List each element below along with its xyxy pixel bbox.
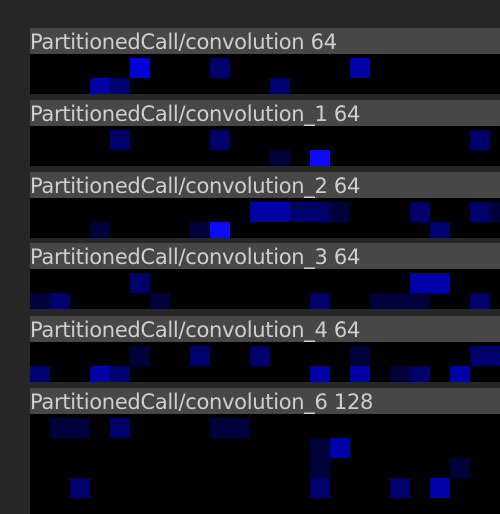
heatmap-cell	[410, 202, 430, 222]
heatmap-cell	[270, 150, 290, 166]
heatmap-cell	[390, 293, 410, 309]
activation-heatmap	[30, 126, 500, 166]
layer-title: PartitionedCall/convolution_1 64	[30, 102, 361, 126]
heatmap-cell	[310, 458, 330, 478]
heatmap-cell	[310, 202, 330, 222]
heatmap-cell	[210, 418, 230, 438]
heatmap-cell	[30, 366, 50, 382]
heatmap-cell	[350, 366, 370, 382]
layer-header: PartitionedCall/convolution 64	[30, 28, 500, 54]
heatmap-cell	[310, 438, 330, 458]
heatmap-cell	[470, 202, 490, 222]
heatmap-cell	[30, 293, 50, 309]
heatmap-cell	[110, 366, 130, 382]
heatmap-cell	[210, 58, 230, 78]
heatmap-cell	[90, 222, 110, 238]
heatmap-cell	[130, 273, 150, 293]
layer-title: PartitionedCall/convolution_4 64	[30, 318, 361, 342]
heatmap-cell	[270, 202, 290, 222]
heatmap-cell	[310, 150, 330, 166]
layer-title: PartitionedCall/convolution_2 64	[30, 174, 361, 198]
heatmap-cell	[290, 202, 310, 222]
heatmap-cell	[50, 293, 70, 309]
activation-visualizer-panel: PartitionedCall/convolution 64 Partitione…	[0, 0, 500, 514]
heatmap-cell	[250, 202, 270, 222]
activation-heatmap	[30, 54, 500, 94]
heatmap-cell	[110, 130, 130, 150]
heatmap-cell	[410, 293, 430, 309]
heatmap-cell	[210, 130, 230, 150]
layer-header: PartitionedCall/convolution_4 64	[30, 316, 500, 342]
heatmap-cell	[90, 78, 110, 94]
heatmap-cell	[430, 478, 450, 498]
heatmap-cell	[370, 293, 390, 309]
heatmap-cell	[230, 418, 250, 438]
heatmap-cell	[310, 366, 330, 382]
heatmap-cell	[50, 418, 70, 438]
heatmap-cell	[350, 346, 370, 366]
heatmap-cell	[330, 438, 350, 458]
activation-heatmap	[30, 269, 500, 309]
heatmap-cell	[90, 366, 110, 382]
heatmap-cell	[250, 346, 270, 366]
heatmap-cell	[430, 273, 450, 293]
layer-header: PartitionedCall/convolution_2 64	[30, 172, 500, 198]
heatmap-cell	[390, 478, 410, 498]
heatmap-cell	[490, 202, 500, 222]
heatmap-cell	[70, 478, 90, 498]
heatmap-cell	[410, 366, 430, 382]
heatmap-cell	[410, 273, 430, 293]
heatmap-cell	[430, 222, 450, 238]
heatmap-cell	[110, 78, 130, 94]
heatmap-cell	[310, 293, 330, 309]
activation-heatmap	[30, 342, 500, 382]
heatmap-cell	[470, 293, 490, 309]
heatmap-cell	[110, 418, 130, 438]
layer-header: PartitionedCall/convolution_6 128	[30, 388, 500, 414]
heatmap-cell	[210, 222, 230, 238]
heatmap-cell	[330, 202, 350, 222]
heatmap-cell	[470, 346, 490, 366]
activation-heatmap	[30, 198, 500, 238]
heatmap-cell	[310, 478, 330, 498]
heatmap-cell	[150, 293, 170, 309]
heatmap-cell	[130, 58, 150, 78]
heatmap-cell	[450, 366, 470, 382]
heatmap-cell	[470, 130, 490, 150]
heatmap-cell	[270, 78, 290, 94]
heatmap-cell	[130, 346, 150, 366]
heatmap-cell	[350, 58, 370, 78]
heatmap-cell	[390, 366, 410, 382]
layer-header: PartitionedCall/convolution_1 64	[30, 100, 500, 126]
layer-title: PartitionedCall/convolution 64	[30, 30, 337, 54]
layer-title: PartitionedCall/convolution_6 128	[30, 390, 374, 414]
heatmap-cell	[490, 346, 500, 366]
layer-title: PartitionedCall/convolution_3 64	[30, 245, 361, 269]
heatmap-cell	[70, 418, 90, 438]
heatmap-cell	[450, 458, 470, 478]
heatmap-cell	[190, 222, 210, 238]
heatmap-cell	[190, 346, 210, 366]
activation-heatmap	[30, 414, 500, 514]
layer-header: PartitionedCall/convolution_3 64	[30, 243, 500, 269]
